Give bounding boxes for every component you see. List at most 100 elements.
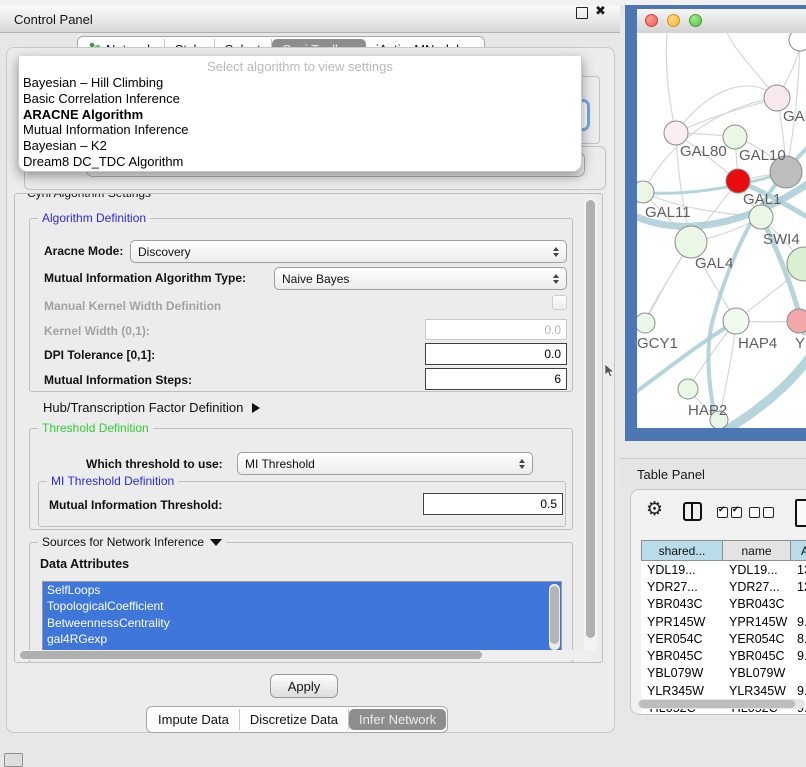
table-cell: YDR27... <box>641 580 723 594</box>
attribute-item-betweennesscentrality[interactable]: BetweennessCentrality <box>43 615 561 631</box>
mi-algorithm-type-combobox[interactable]: Naive Bayes <box>274 267 567 290</box>
node-label-gal10: GAL10 <box>739 147 786 164</box>
tab-discretize-data[interactable]: Discretize Data <box>240 709 349 730</box>
scrollbar-thumb[interactable] <box>20 651 482 659</box>
scrollbar-thumb[interactable] <box>586 200 595 638</box>
manual-kernel-width-checkbox[interactable] <box>552 295 567 310</box>
network-node-gcy1[interactable] <box>637 313 655 333</box>
column-header-name[interactable]: name <box>723 540 791 561</box>
table-panel-titlebar: Table Panel <box>620 458 806 489</box>
table-row[interactable]: YLR345WYLR345W9. <box>641 682 806 699</box>
split-columns-icon[interactable] <box>683 502 702 521</box>
table-row[interactable]: YDL19...YDL19...13 <box>641 561 806 578</box>
network-edge[interactable] <box>666 33 676 133</box>
close-traffic-light-icon[interactable] <box>645 14 658 27</box>
close-icon[interactable]: ✖ <box>595 4 606 19</box>
attribute-item-selfloops[interactable]: SelfLoops <box>43 582 561 598</box>
table-panel-title: Table Panel <box>637 467 705 482</box>
control-panel-titlebar: Control Panel <box>0 6 620 33</box>
algorithm-definition-group: Algorithm Definition Aracne Mode: Discov… <box>29 218 573 392</box>
network-graph: GALGAL80GAL10GAL1GAL11SWI4GAL4GCY1HAP4YH… <box>637 33 806 428</box>
gear-icon[interactable]: ⚙ <box>646 498 663 520</box>
mi-steps-field[interactable]: 6 <box>425 368 567 390</box>
collapse-arrow-icon[interactable] <box>252 403 260 413</box>
table-row[interactable]: YPR145WYPR145W9. <box>641 613 806 630</box>
column-header-a[interactable]: A <box>791 540 806 561</box>
algorithm-definition-title: Algorithm Definition <box>38 211 150 225</box>
aracne-mode-combobox[interactable]: Discovery <box>130 240 567 263</box>
hub-transcription-factor-section[interactable]: Hub/Transcription Factor Definition <box>43 400 260 415</box>
select-all-icon[interactable] <box>717 507 742 518</box>
node-label-swi4: SWI4 <box>763 231 800 248</box>
float-window-icon[interactable] <box>576 7 588 19</box>
which-threshold-combobox[interactable]: MI Threshold <box>237 452 533 475</box>
network-node-gal80[interactable] <box>664 121 688 145</box>
network-node-gal1[interactable] <box>726 169 750 193</box>
network-edge[interactable] <box>676 98 777 133</box>
tab-impute-data[interactable]: Impute Data <box>148 709 240 730</box>
network-node[interactable] <box>789 33 806 51</box>
scrollbar-thumb[interactable] <box>639 700 795 708</box>
mi-threshold-field[interactable]: 0.5 <box>423 493 563 515</box>
network-node-hap2[interactable] <box>678 379 698 399</box>
table-row[interactable]: YBL079WYBL079W <box>641 665 806 682</box>
node-label-gal1: GAL1 <box>743 191 781 208</box>
attribute-items: SelfLoopsTopologicalCoefficientBetweenne… <box>43 582 561 648</box>
mi-threshold-label: Mutual Information Threshold: <box>49 498 222 512</box>
table-cell: YDL19... <box>641 563 723 577</box>
list-vertical-scrollbar[interactable] <box>549 584 560 650</box>
algorithm-option-basic-correlation-inference[interactable]: Basic Correlation Inference <box>19 91 581 107</box>
network-edge[interactable] <box>786 40 800 172</box>
algorithm-option-bayesian-k2[interactable]: Bayesian – K2 <box>19 138 581 154</box>
table-cell: YDR27... <box>723 580 791 594</box>
manual-kernel-width-label: Manual Kernel Width Definition <box>44 299 221 313</box>
algorithm-option-aracne-algorithm[interactable]: ARACNE Algorithm <box>19 107 581 123</box>
tab-infer-network[interactable]: Infer Network <box>349 709 446 730</box>
network-node-gal4[interactable] <box>675 226 707 258</box>
zoom-traffic-light-icon[interactable] <box>689 14 702 27</box>
table-cell: YLR345W <box>723 684 791 698</box>
algorithm-option-bayesian-hill-climbing[interactable]: Bayesian – Hill Climbing <box>19 75 581 91</box>
network-node-hap4[interactable] <box>723 308 749 334</box>
algorithm-dropdown-popup: Select algorithm to view settings Bayesi… <box>18 56 582 172</box>
network-edge-highlighted[interactable] <box>725 358 806 428</box>
minimize-traffic-light-icon[interactable] <box>667 14 680 27</box>
network-node-y[interactable] <box>787 309 806 333</box>
attribute-item-topologicalcoefficient[interactable]: TopologicalCoefficient <box>43 598 561 614</box>
sources-title: Sources for Network Inference <box>42 535 204 549</box>
cyni-algorithm-settings-group: Cyni Algorithm Settings Algorithm Defini… <box>14 193 603 663</box>
column-header-shared[interactable]: shared... <box>641 540 723 561</box>
apply-button[interactable]: Apply <box>270 674 338 698</box>
dock-panel-icon[interactable] <box>4 753 23 767</box>
document-icon[interactable] <box>795 499 806 527</box>
settings-horizontal-scrollbar[interactable] <box>18 650 594 660</box>
expand-arrow-icon[interactable] <box>210 539 222 546</box>
data-attributes-list[interactable]: SelfLoopsTopologicalCoefficientBetweenne… <box>42 581 562 655</box>
network-node-gal11[interactable] <box>637 181 654 203</box>
network-node[interactable] <box>787 247 806 281</box>
combo-arrows-icon <box>519 459 525 469</box>
kernel-width-field[interactable]: 0.0 <box>425 319 567 340</box>
dropdown-items: Bayesian – Hill ClimbingBasic Correlatio… <box>19 75 581 170</box>
dpi-tolerance-label: DPI Tolerance [0,1]: <box>44 348 155 362</box>
network-canvas[interactable]: GALGAL80GAL10GAL1GAL11SWI4GAL4GCY1HAP4YH… <box>637 33 806 428</box>
network-node-swi4[interactable] <box>749 205 773 229</box>
scrollbar-thumb[interactable] <box>550 586 559 644</box>
table-row[interactable]: YDR27...YDR27...12 <box>641 578 806 595</box>
data-attributes-label: Data Attributes <box>40 557 129 571</box>
select-none-icon[interactable] <box>749 507 774 518</box>
table-horizontal-scrollbar[interactable] <box>637 699 805 709</box>
network-window-titlebar[interactable] <box>637 9 806 34</box>
attribute-item-gal4rgexp[interactable]: gal4RGexp <box>43 631 561 647</box>
dpi-tolerance-field[interactable]: 0.0 <box>425 343 567 365</box>
table-row[interactable]: YER054CYER054C8. <box>641 630 806 647</box>
table-cell: YBL079W <box>723 666 791 680</box>
table-cell: YBR043C <box>723 597 791 611</box>
algorithm-option-mutual-information-inference[interactable]: Mutual Information Inference <box>19 122 581 138</box>
settings-vertical-scrollbar[interactable] <box>584 198 597 654</box>
network-view-window: GALGAL80GAL10GAL1GAL11SWI4GAL4GCY1HAP4YH… <box>625 5 806 441</box>
combo-arrows-icon <box>553 247 559 257</box>
algorithm-option-dream8-dc-tdc-algorithm[interactable]: Dream8 DC_TDC Algorithm <box>19 154 581 170</box>
table-row[interactable]: YBR045CYBR045C9. <box>641 647 806 664</box>
table-row[interactable]: YBR043CYBR043C <box>641 596 806 613</box>
